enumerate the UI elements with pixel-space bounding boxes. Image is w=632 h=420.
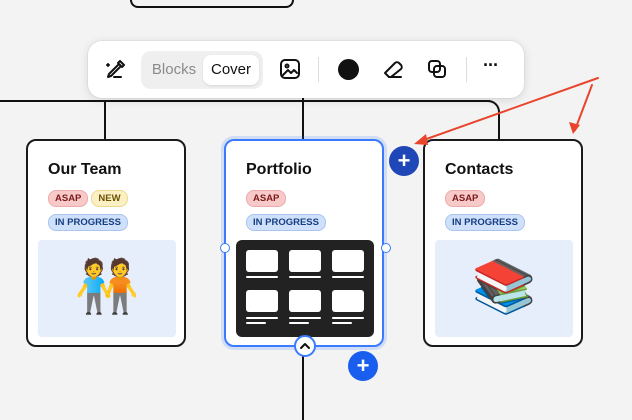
arrow-to-contacts-card: [574, 84, 593, 131]
arrow-to-add-button: [417, 77, 599, 143]
arrowhead: [414, 134, 428, 145]
annotation-arrows: [414, 77, 599, 145]
